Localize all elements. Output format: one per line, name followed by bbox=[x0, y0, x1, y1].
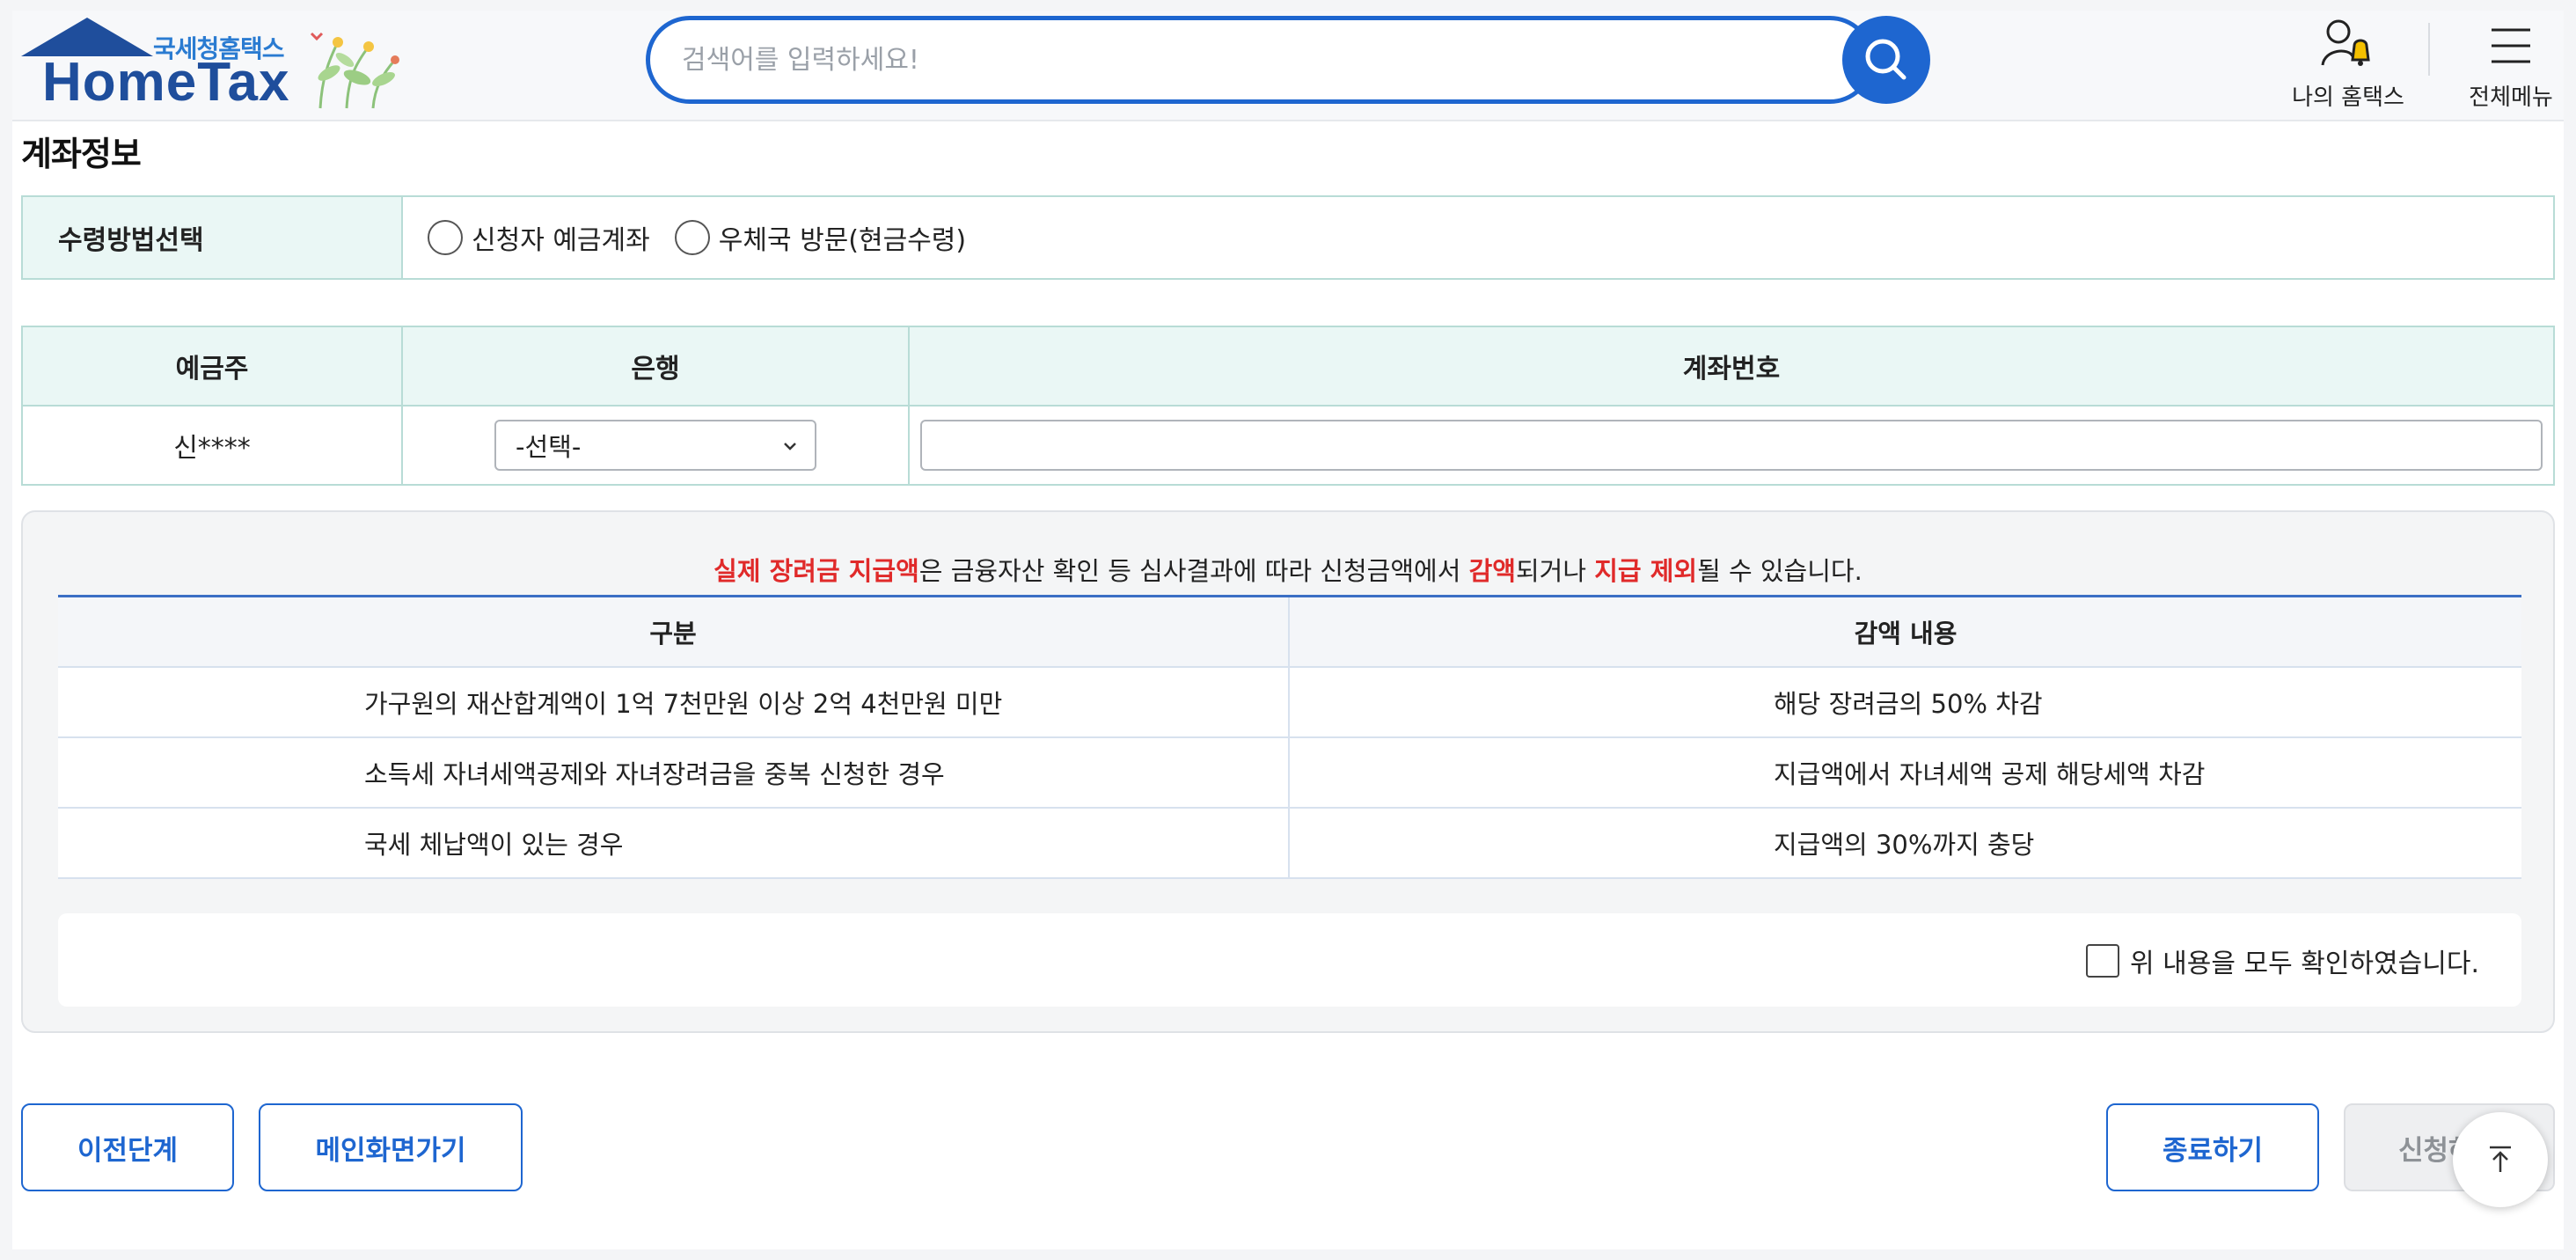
row-reduction: 해당 장려금의 50% 차감 bbox=[1774, 689, 2043, 719]
search-input[interactable] bbox=[682, 38, 1826, 82]
row-category: 가구원의 재산합계액이 1억 7천만원 이상 2억 4천만원 미만 bbox=[58, 668, 1290, 736]
all-menu-label: 전체메뉴 bbox=[2469, 84, 2553, 111]
column-header-bank: 은행 bbox=[403, 327, 910, 405]
column-header-account-number: 계좌번호 bbox=[1682, 354, 1781, 385]
bank-cell: -선택- bbox=[403, 407, 910, 484]
hamburger-menu-icon bbox=[2492, 28, 2530, 63]
radio-circle[interactable] bbox=[428, 220, 463, 255]
radio-post-office-visit-label: 우체국 방문(현금수령) bbox=[718, 225, 967, 256]
close-button[interactable]: 종료하기 bbox=[2106, 1103, 2319, 1191]
bank-select[interactable]: -선택- bbox=[494, 420, 816, 471]
flower-decoration-icon bbox=[310, 32, 399, 109]
scroll-top-icon bbox=[2490, 1146, 2511, 1172]
receive-method-options: 신청자 예금계좌 우체국 방문(현금수령) bbox=[403, 197, 2553, 278]
notice-msg-part: 감액 bbox=[1468, 556, 1516, 586]
confirm-checkbox[interactable] bbox=[2086, 944, 2120, 978]
column-header-category: 구분 bbox=[58, 597, 1290, 666]
bank-select-value: -선택- bbox=[516, 432, 582, 462]
hometax-logo[interactable]: 국세청홈택스 HomeTax bbox=[21, 18, 408, 116]
notice-box: 실제 장려금 지급액은 금융자산 확인 등 심사결과에 따라 신청금액에서 감액… bbox=[21, 510, 2555, 1033]
radio-circle[interactable] bbox=[674, 220, 710, 255]
page: 국세청홈택스 HomeTax 검색어를 입력하세요! 나의 홈택스 전체메뉴 계… bbox=[12, 11, 2564, 1249]
previous-step-button[interactable]: 이전단계 bbox=[21, 1103, 234, 1191]
receive-method-label: 수령방법선택 bbox=[23, 197, 403, 278]
go-main-button[interactable]: 메인화면가기 bbox=[259, 1103, 523, 1191]
table-row: 소득세 자녀세액공제와 자녀장려금을 중복 신청한 경우 지급액에서 자녀세액 … bbox=[58, 738, 2521, 809]
row-category: 국세 체납액이 있는 경우 bbox=[58, 809, 1290, 877]
scroll-top-button[interactable] bbox=[2453, 1112, 2548, 1207]
site-header: 국세청홈택스 HomeTax 검색어를 입력하세요! 나의 홈택스 전체메뉴 bbox=[12, 11, 2564, 121]
row-reduction: 지급액의 30%까지 충당 bbox=[1774, 830, 2035, 860]
reduction-table-header: 구분 감액 내용 bbox=[58, 597, 2521, 668]
column-header-holder: 예금주 bbox=[23, 327, 403, 405]
account-holder-value: 신**** bbox=[23, 407, 403, 484]
notice-msg-part: 지급 제외 bbox=[1594, 556, 1698, 586]
all-menu-button[interactable]: 전체메뉴 bbox=[2458, 14, 2564, 111]
notice-message: 실제 장려금 지급액은 금융자산 확인 등 심사결과에 따라 신청금액에서 감액… bbox=[23, 551, 2553, 588]
notice-msg-part: 실제 장려금 지급액 bbox=[714, 556, 919, 586]
notice-msg-part: 되거나 bbox=[1515, 556, 1595, 586]
search-icon bbox=[1865, 39, 1906, 80]
my-hometax-button[interactable]: 나의 홈택스 bbox=[2273, 14, 2423, 111]
header-divider bbox=[2428, 23, 2430, 76]
reduction-table: 구분 감액 내용 가구원의 재산합계액이 1억 7천만원 이상 2억 4천만원 … bbox=[58, 595, 2521, 879]
account-number-input[interactable] bbox=[920, 420, 2543, 471]
confirm-text: 위 내용을 모두 확인하였습니다. bbox=[2130, 949, 2479, 979]
account-number-cell bbox=[910, 407, 2553, 484]
search-button[interactable] bbox=[1842, 16, 1930, 104]
column-header-reduction: 감액 내용 bbox=[1854, 619, 1958, 648]
confirm-checkbox-label[interactable]: 위 내용을 모두 확인하였습니다. bbox=[2086, 941, 2479, 980]
confirm-bar: 위 내용을 모두 확인하였습니다. bbox=[58, 913, 2521, 1007]
row-reduction: 지급액에서 자녀세액 공제 해당세액 차감 bbox=[1774, 759, 2206, 789]
notice-msg-part: 은 금융자산 확인 등 심사결과에 따라 신청금액에서 bbox=[918, 556, 1469, 586]
row-category: 소득세 자녀세액공제와 자녀장려금을 중복 신청한 경우 bbox=[58, 738, 1290, 807]
account-table-header: 예금주 은행 계좌번호 bbox=[23, 327, 2553, 407]
table-row: 가구원의 재산합계액이 1억 7천만원 이상 2억 4천만원 미만 해당 장려금… bbox=[58, 668, 2521, 738]
chevron-down-icon bbox=[784, 443, 796, 451]
user-bell-icon bbox=[2321, 19, 2370, 66]
table-row: 국세 체납액이 있는 경우 지급액의 30%까지 충당 bbox=[58, 809, 2521, 879]
radio-applicant-account[interactable]: 신청자 예금계좌 bbox=[428, 218, 650, 257]
section-title: 계좌정보 bbox=[21, 135, 142, 173]
search-box bbox=[646, 16, 1874, 104]
my-hometax-label: 나의 홈택스 bbox=[2292, 84, 2404, 111]
notice-msg-part: 될 수 있습니다. bbox=[1697, 556, 1862, 586]
radio-post-office-visit[interactable]: 우체국 방문(현금수령) bbox=[674, 218, 967, 257]
receive-method-row: 수령방법선택 신청자 예금계좌 우체국 방문(현금수령) bbox=[21, 195, 2555, 280]
radio-applicant-account-label: 신청자 예금계좌 bbox=[472, 225, 650, 256]
logo-brand-text: HomeTax bbox=[42, 52, 290, 113]
account-table: 예금주 은행 계좌번호 신**** -선택- bbox=[21, 326, 2555, 486]
account-table-row: 신**** -선택- bbox=[23, 407, 2553, 484]
